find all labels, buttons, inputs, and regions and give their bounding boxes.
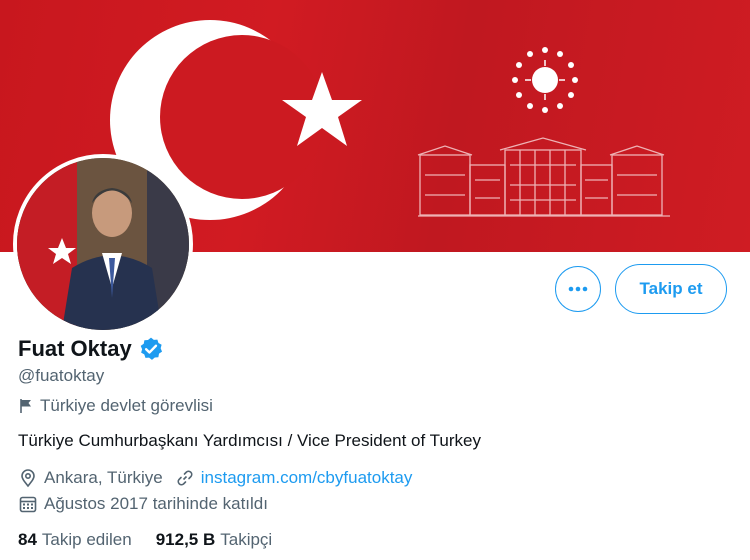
profile-photo-image xyxy=(17,158,189,330)
profile-label-text: Türkiye devlet görevlisi xyxy=(40,396,213,415)
profile-name-row: Fuat Oktay xyxy=(18,336,164,362)
more-options-button[interactable] xyxy=(555,266,601,312)
joined-date-text: Ağustos 2017 tarihinde katıldı xyxy=(44,494,268,513)
following-count: 84 xyxy=(18,530,37,549)
display-name: Fuat Oktay xyxy=(18,336,132,361)
following-label: Takip edilen xyxy=(41,530,132,549)
location-pin-icon xyxy=(21,469,35,488)
username-handle: @fuatoktay xyxy=(18,366,105,385)
verified-badge-icon[interactable] xyxy=(138,336,164,362)
more-horizontal-icon xyxy=(568,286,588,292)
followers-link[interactable]: 912,5 B Takipçi xyxy=(156,530,273,550)
followers-count: 912,5 B xyxy=(155,530,216,549)
avatar[interactable] xyxy=(13,154,193,334)
link-icon xyxy=(177,470,193,486)
joined-row: Ağustos 2017 tarihinde katıldı xyxy=(18,494,268,514)
follow-button[interactable]: Takip et xyxy=(615,264,727,314)
profile-bio: Türkiye Cumhurbaşkanı Yardımcısı / Vice … xyxy=(18,431,481,450)
follow-button-label: Takip et xyxy=(639,279,703,298)
follow-stats: 84 Takip edilen 912,5 B Takipçi xyxy=(18,530,296,550)
website-link[interactable]: instagram.com/cbyfuatoktay xyxy=(201,468,413,488)
following-link[interactable]: 84 Takip edilen xyxy=(18,530,132,550)
calendar-icon xyxy=(19,496,37,513)
location-text: Ankara, Türkiye xyxy=(44,468,163,487)
profile-meta-row: Ankara, Türkiye instagram.com/cbyfuatokt… xyxy=(18,468,412,488)
flag-icon xyxy=(20,399,31,413)
profile-label: Türkiye devlet görevlisi xyxy=(18,396,213,416)
followers-label: Takipçi xyxy=(220,530,273,549)
